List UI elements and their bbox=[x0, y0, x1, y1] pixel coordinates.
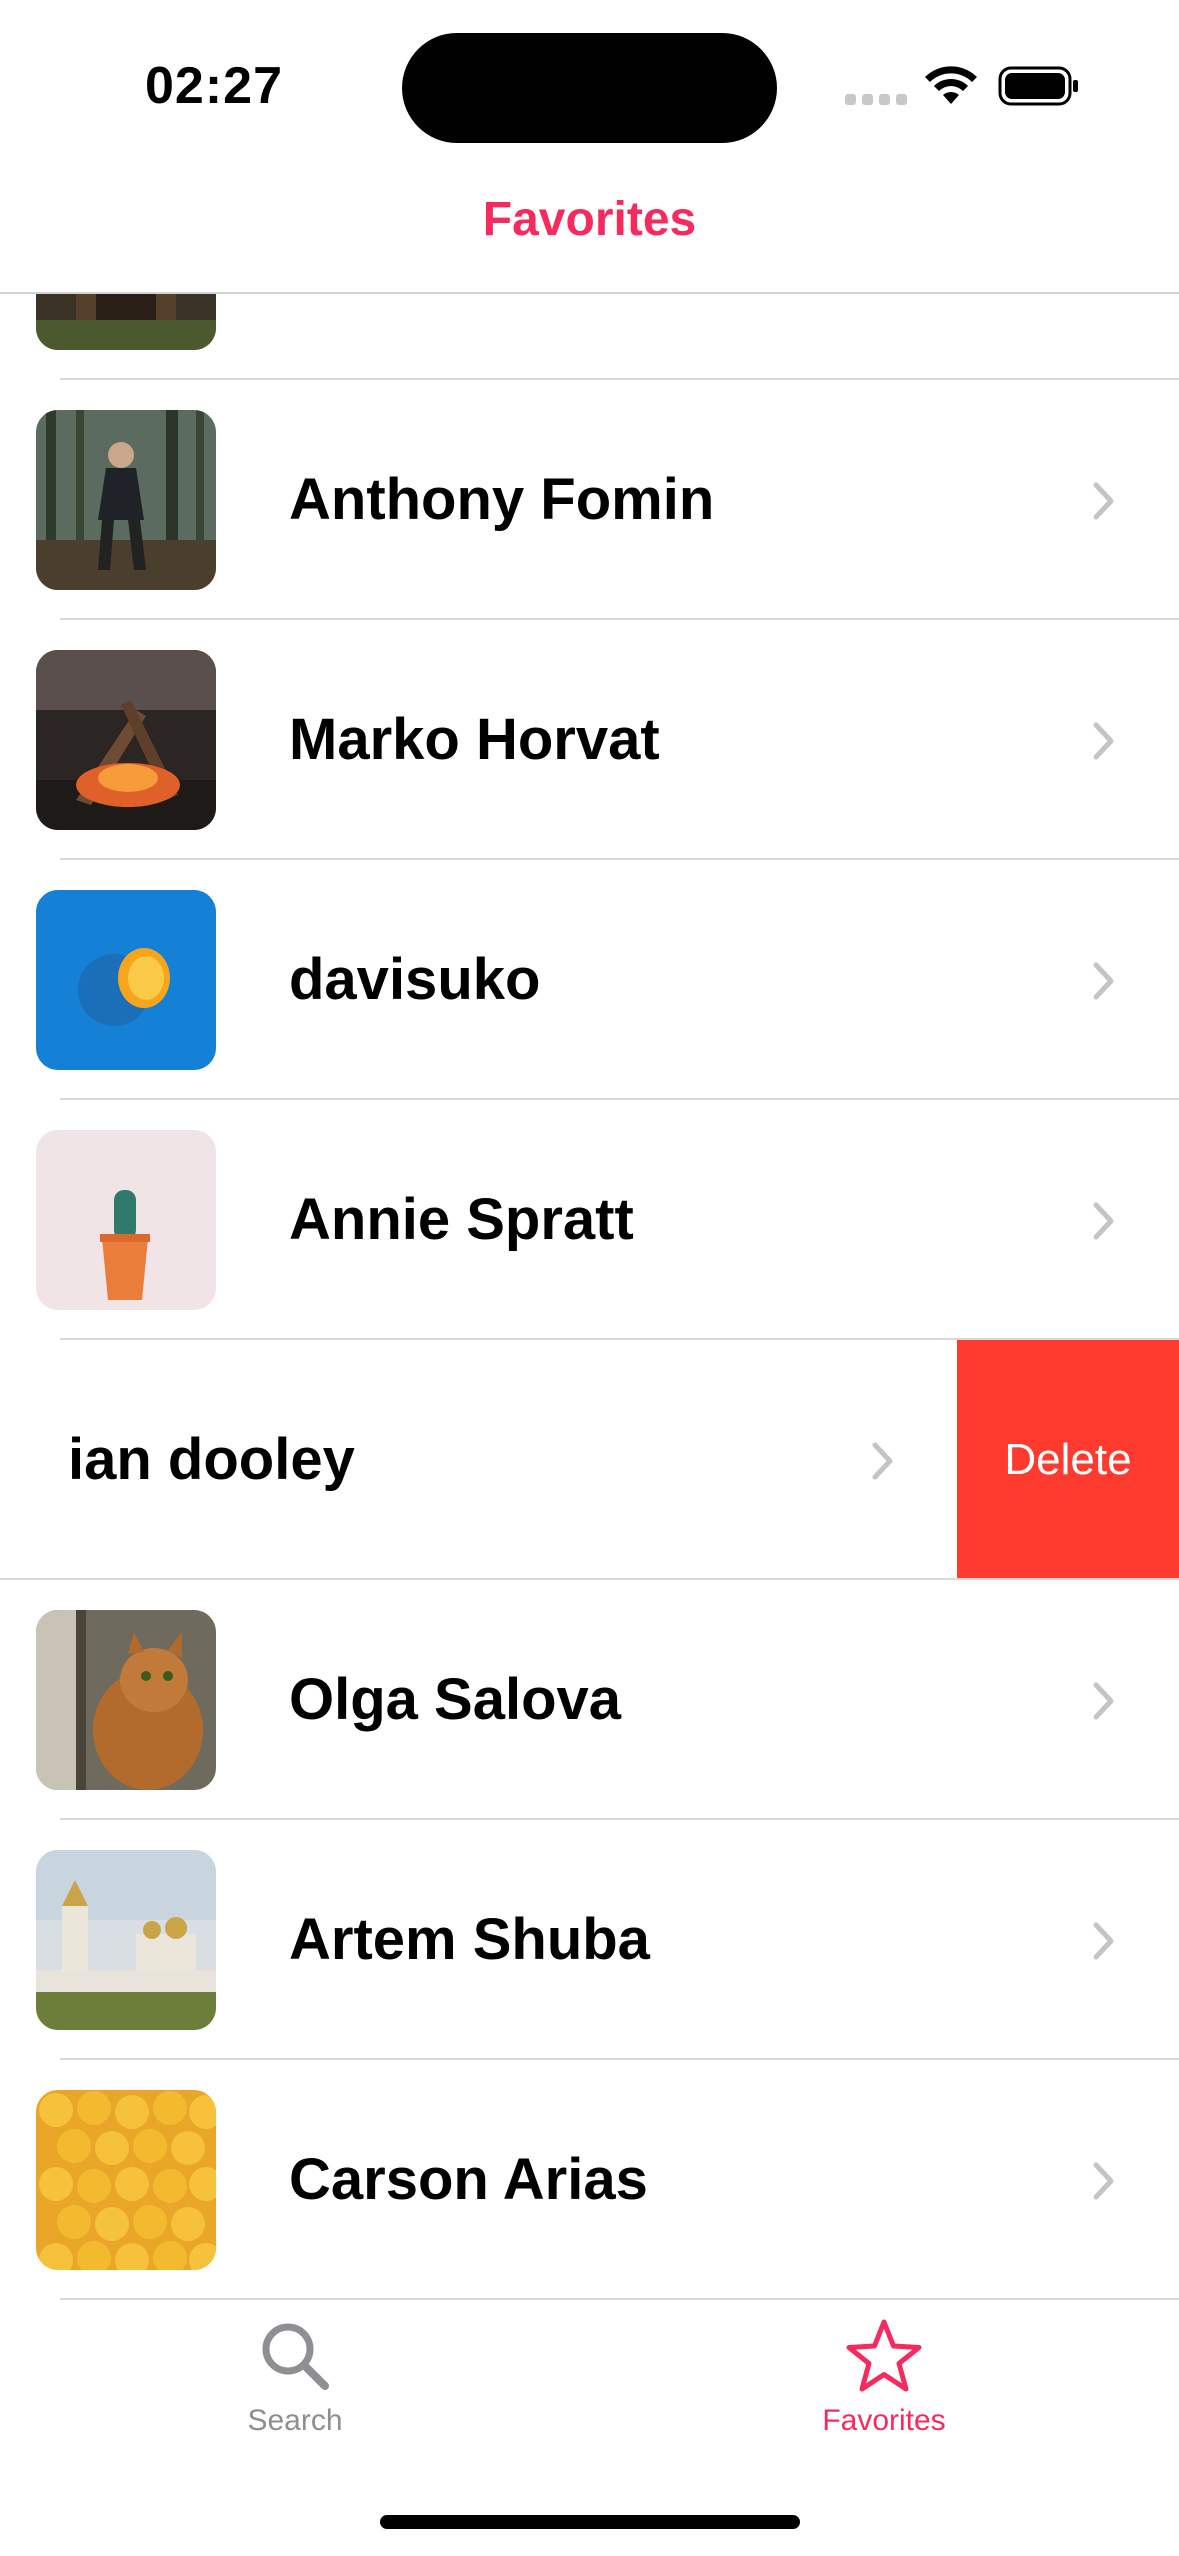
list-item[interactable]: Carson Arias bbox=[0, 2060, 1179, 2300]
photo-thumbnail bbox=[36, 890, 216, 1070]
chevron-right-icon bbox=[1093, 1922, 1114, 1960]
row-separator bbox=[60, 2298, 1179, 2300]
tab-favorites[interactable]: Favorites bbox=[734, 2318, 1034, 2468]
battery-icon bbox=[998, 66, 1078, 106]
list-item[interactable] bbox=[0, 294, 1179, 380]
page-title: Favorites bbox=[482, 193, 697, 246]
wifi-icon bbox=[925, 66, 977, 104]
chevron-right-icon bbox=[1093, 482, 1114, 520]
photo-thumbnail bbox=[36, 294, 216, 350]
chevron-right-icon bbox=[1093, 1682, 1114, 1720]
photographer-name: Carson Arias bbox=[289, 2147, 648, 2212]
dynamic-island bbox=[402, 33, 777, 143]
photo-thumbnail bbox=[36, 1850, 216, 2030]
list-item[interactable]: Marko Horvat bbox=[0, 620, 1179, 860]
list-item[interactable]: Anthony Fomin bbox=[0, 380, 1179, 620]
search-icon bbox=[262, 2323, 329, 2390]
tab-search-label: Search bbox=[247, 2404, 343, 2437]
chevron-right-icon bbox=[1093, 962, 1114, 1000]
photo-thumbnail bbox=[36, 1130, 216, 1310]
list-item-swiped[interactable]: ian dooley Delete bbox=[0, 1340, 1179, 1580]
photo-thumbnail bbox=[36, 650, 216, 830]
star-icon bbox=[846, 2319, 922, 2392]
navigation-bar: Favorites bbox=[0, 170, 1179, 294]
photo-thumbnail bbox=[36, 1610, 216, 1790]
swiped-row-content[interactable]: ian dooley bbox=[0, 1340, 958, 1580]
chevron-right-icon bbox=[1093, 1202, 1114, 1240]
photo-thumbnail bbox=[36, 410, 216, 590]
status-bar: 02:27 bbox=[0, 0, 1179, 170]
tab-favorites-label: Favorites bbox=[822, 2404, 946, 2437]
photographer-name: Olga Salova bbox=[289, 1667, 622, 1732]
chevron-right-icon bbox=[1093, 722, 1114, 760]
list-item[interactable]: Annie Spratt bbox=[0, 1100, 1179, 1340]
delete-button[interactable]: Delete bbox=[957, 1340, 1179, 1580]
status-time: 02:27 bbox=[145, 57, 283, 115]
photographer-name: ian dooley bbox=[68, 1427, 355, 1492]
chevron-right-icon bbox=[872, 1442, 893, 1480]
chevron-right-icon bbox=[1093, 2162, 1114, 2200]
photographer-name: Marko Horvat bbox=[289, 707, 660, 772]
photographer-name: Anthony Fomin bbox=[289, 467, 715, 532]
list-item[interactable]: Artem Shuba bbox=[0, 1820, 1179, 2060]
photographer-name: davisuko bbox=[289, 947, 541, 1012]
list-item[interactable]: Olga Salova bbox=[0, 1580, 1179, 1820]
list-item[interactable]: davisuko bbox=[0, 860, 1179, 1100]
photographer-name: Artem Shuba bbox=[289, 1907, 650, 1972]
photographer-name: Annie Spratt bbox=[289, 1187, 634, 1252]
photo-thumbnail bbox=[36, 2090, 216, 2270]
cellular-signal-icon bbox=[845, 94, 907, 108]
home-indicator[interactable] bbox=[380, 2515, 800, 2529]
tab-search[interactable]: Search bbox=[145, 2318, 445, 2468]
favorites-list[interactable]: Anthony Fomin Marko Horvat davisuko Anni… bbox=[0, 294, 1179, 2306]
